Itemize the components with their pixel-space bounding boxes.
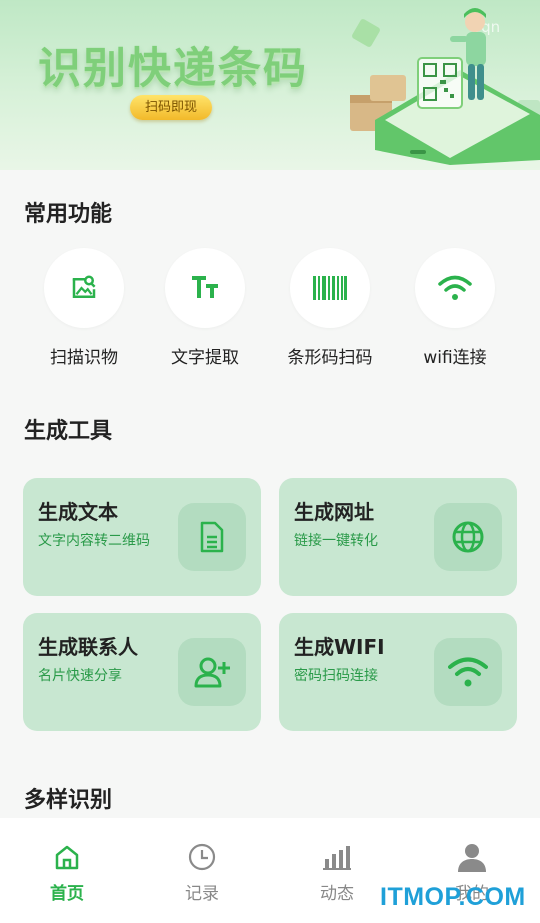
- tool-card-wifi[interactable]: 生成WIFI 密码扫码连接: [279, 613, 517, 731]
- card-title: 生成WIFI: [294, 635, 385, 659]
- section-title-multi: 多样识别: [24, 788, 113, 813]
- func-barcode-scan[interactable]: 条形码扫码: [275, 248, 385, 368]
- wifi-icon: [448, 657, 488, 687]
- card-title: 生成联系人: [38, 635, 138, 659]
- nav-label: 动态: [320, 884, 354, 904]
- func-label: 扫描识物: [50, 348, 118, 368]
- func-label: 文字提取: [171, 348, 239, 368]
- nav-records[interactable]: 记录: [162, 842, 242, 904]
- text-size-icon: [192, 276, 218, 298]
- bar-chart-icon: [297, 842, 377, 872]
- card-subtitle: 密码扫码连接: [294, 668, 378, 684]
- banner-illustration: [350, 8, 540, 165]
- card-icon-wrap: [434, 638, 502, 706]
- home-icon: [27, 842, 107, 872]
- tool-card-contact[interactable]: 生成联系人 名片快速分享: [23, 613, 261, 731]
- nav-label: 记录: [185, 884, 219, 904]
- document-icon: [200, 521, 224, 553]
- nav-feed[interactable]: 动态: [297, 842, 377, 904]
- banner-chip[interactable]: 扫码即现: [130, 95, 212, 120]
- func-icon-wrap: [165, 248, 245, 328]
- func-wifi-connect[interactable]: wifi连接: [400, 248, 510, 368]
- func-icon-wrap: [415, 248, 495, 328]
- tool-card-url[interactable]: 生成网址 链接一键转化: [279, 478, 517, 596]
- card-subtitle: 文字内容转二维码: [38, 533, 150, 549]
- clock-icon: [162, 842, 242, 872]
- card-icon-wrap: [178, 503, 246, 571]
- func-icon-wrap: [290, 248, 370, 328]
- card-title: 生成网址: [294, 500, 374, 524]
- func-text-extract[interactable]: 文字提取: [150, 248, 260, 368]
- nav-label: 首页: [50, 884, 84, 904]
- nav-home[interactable]: 首页: [27, 842, 107, 904]
- func-scan-object[interactable]: 扫描识物: [29, 248, 139, 368]
- card-icon-wrap: [434, 503, 502, 571]
- wifi-icon: [438, 275, 472, 300]
- card-icon-wrap: [178, 638, 246, 706]
- banner-title: 识别快递条码: [38, 44, 308, 94]
- globe-icon: [452, 521, 484, 553]
- add-user-icon: [194, 657, 230, 688]
- user-icon: [432, 842, 512, 872]
- section-title-common: 常用功能: [24, 202, 113, 227]
- func-label: wifi连接: [423, 348, 487, 368]
- card-subtitle: 链接一键转化: [294, 533, 378, 549]
- card-subtitle: 名片快速分享: [38, 668, 122, 684]
- promo-banner[interactable]: 识别快递条码 扫码即现 Tqn: [0, 0, 540, 170]
- barcode-icon: [313, 276, 347, 300]
- func-label: 条形码扫码: [287, 348, 373, 368]
- site-watermark: ITMOP.COM: [380, 883, 526, 911]
- image-scan-icon: [72, 275, 96, 298]
- section-title-tools: 生成工具: [24, 419, 113, 444]
- card-title: 生成文本: [38, 500, 118, 524]
- func-icon-wrap: [44, 248, 124, 328]
- tool-card-text[interactable]: 生成文本 文字内容转二维码: [23, 478, 261, 596]
